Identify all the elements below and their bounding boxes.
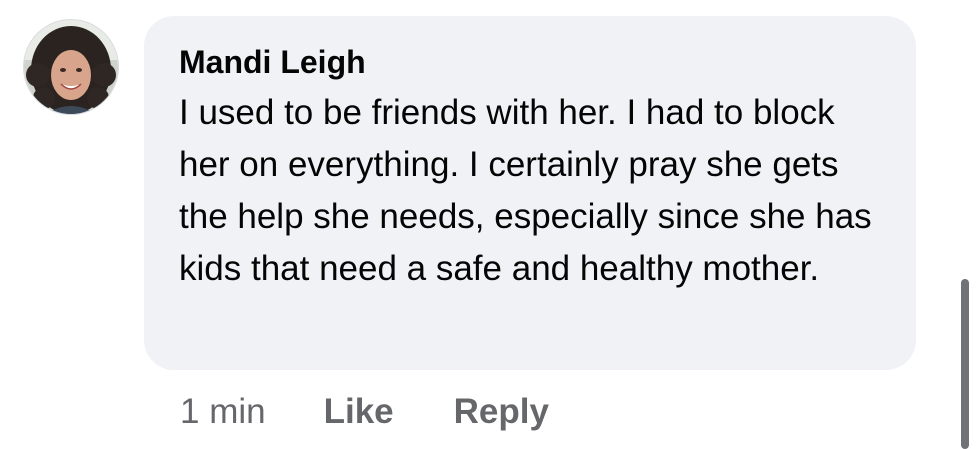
avatar[interactable] (24, 20, 118, 114)
profile-photo-icon (24, 20, 118, 114)
scrollbar[interactable] (961, 279, 969, 449)
comment-author-name[interactable]: Mandi Leigh (179, 42, 886, 82)
like-button[interactable]: Like (324, 392, 394, 432)
comment-bubble: Mandi Leigh I used to be friends with he… (144, 16, 916, 370)
comment-timestamp[interactable]: 1 min (180, 392, 266, 432)
comment-text: I used to be friends with her. I had to … (179, 93, 872, 288)
reply-button[interactable]: Reply (454, 392, 549, 432)
comment-actions: 1 min Like Reply (180, 388, 609, 436)
